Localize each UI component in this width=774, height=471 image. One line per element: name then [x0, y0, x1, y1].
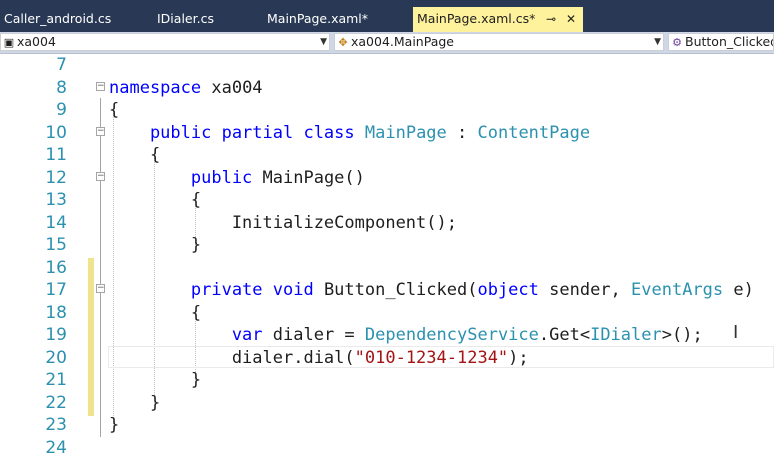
tab-label: MainPage.xaml*	[267, 11, 369, 26]
class-icon: ✥	[338, 36, 348, 49]
project-dropdown-value: xa004	[17, 34, 56, 49]
method-icon: ⚙	[672, 36, 682, 49]
code-line: 12 − public MainPage()	[0, 167, 774, 190]
code-text: {	[109, 100, 120, 120]
line-number: 20	[45, 347, 67, 368]
line-number: 24	[45, 437, 67, 458]
code-text: private void Button_Clicked(object sende…	[109, 280, 754, 300]
code-text: public partial class MainPage : ContentP…	[109, 122, 591, 143]
code-text: InitializeComponent();	[109, 212, 457, 233]
tab-caller-android[interactable]: Caller_android.cs	[0, 7, 150, 32]
ibeam-cursor-icon: Ⅰ	[733, 322, 739, 343]
code-line: 17 − private void Button_Clicked(object …	[0, 279, 774, 302]
line-number: 21	[45, 370, 67, 390]
code-line: 22 }	[0, 392, 774, 415]
line-number: 14	[45, 212, 67, 233]
code-text: }	[109, 415, 120, 435]
code-text: }	[109, 392, 161, 413]
collapse-icon[interactable]: −	[96, 171, 105, 181]
code-line: 21 }	[0, 369, 774, 392]
code-line: 16	[0, 257, 774, 280]
close-icon[interactable]: ✕	[566, 7, 576, 31]
code-text: namespace xa004	[109, 77, 263, 98]
line-number: 18	[45, 302, 67, 323]
type-dropdown[interactable]: ✥ xa004.MainPage ▼	[334, 33, 664, 51]
csharp-project-icon: ▣	[3, 36, 15, 49]
line-number: 15	[45, 235, 67, 255]
tab-label: MainPage.xaml.cs*	[417, 11, 536, 26]
member-dropdown-value: Button_Clicked	[685, 34, 774, 49]
code-line: 24	[0, 437, 774, 460]
code-line: 11 {	[0, 144, 774, 167]
line-number: 23	[45, 415, 67, 435]
code-line: 9 {	[0, 99, 774, 122]
code-text: {	[109, 145, 161, 165]
code-line: 8 − namespace xa004	[0, 77, 774, 100]
code-line: 18 {	[0, 302, 774, 325]
code-editor[interactable]: 7 8 − namespace xa004 9 { 10 − public pa…	[0, 54, 774, 471]
line-number: 8	[56, 77, 67, 98]
line-number: 19	[45, 325, 67, 345]
member-dropdown[interactable]: ⚙ Button_Clicked	[668, 33, 774, 51]
code-line: 7	[0, 54, 774, 77]
project-dropdown[interactable]: ▣ xa004 ▼	[0, 33, 330, 51]
code-line: 19 var dialer = DependencyService.Get<ID…	[0, 324, 774, 347]
document-tab-strip: Caller_android.cs IDialer.cs MainPage.xa…	[0, 0, 774, 32]
tab-label: Caller_android.cs	[4, 11, 112, 26]
collapse-icon[interactable]: −	[96, 126, 105, 136]
collapse-icon[interactable]: −	[96, 284, 105, 293]
code-line: 23 }	[0, 414, 774, 437]
navigation-bar: ▣ xa004 ▼ ✥ xa004.MainPage ▼ ⚙ Button_Click…	[0, 32, 774, 54]
line-number: 11	[45, 145, 67, 165]
pin-icon[interactable]: ⊸	[546, 7, 556, 31]
line-number: 22	[45, 392, 67, 413]
code-line: 13 {	[0, 189, 774, 212]
code-line: 20 dialer.dial("010-1234-1234");	[0, 347, 774, 370]
code-line: 15 }	[0, 234, 774, 257]
code-text: }	[109, 370, 202, 390]
code-line: 14 InitializeComponent();	[0, 212, 774, 235]
chevron-down-icon[interactable]: ▼	[654, 34, 661, 50]
line-number: 16	[45, 257, 67, 278]
tab-idialer[interactable]: IDialer.cs	[153, 7, 258, 32]
code-text: public MainPage()	[109, 167, 365, 188]
code-text: dialer.dial("010-1234-1234");	[109, 347, 529, 368]
code-text: {	[109, 302, 202, 323]
line-number: 13	[45, 190, 67, 210]
line-number: 12	[45, 167, 67, 188]
line-number: 10	[45, 122, 67, 143]
code-text: }	[109, 235, 202, 255]
line-number: 7	[56, 55, 67, 75]
tab-label: IDialer.cs	[157, 11, 214, 26]
line-number: 9	[56, 100, 67, 120]
code-text: var dialer = DependencyService.Get<IDial…	[109, 325, 703, 345]
tab-mainpage-xaml[interactable]: MainPage.xaml*	[263, 7, 411, 32]
collapse-icon[interactable]: −	[96, 81, 105, 91]
tab-mainpage-xaml-cs[interactable]: MainPage.xaml.cs* ⊸ ✕	[413, 7, 583, 32]
code-text: {	[109, 190, 202, 210]
chevron-down-icon[interactable]: ▼	[320, 34, 327, 50]
code-line: 10 − public partial class MainPage : Con…	[0, 122, 774, 145]
line-number: 17	[45, 280, 67, 300]
type-dropdown-value: xa004.MainPage	[351, 34, 454, 49]
